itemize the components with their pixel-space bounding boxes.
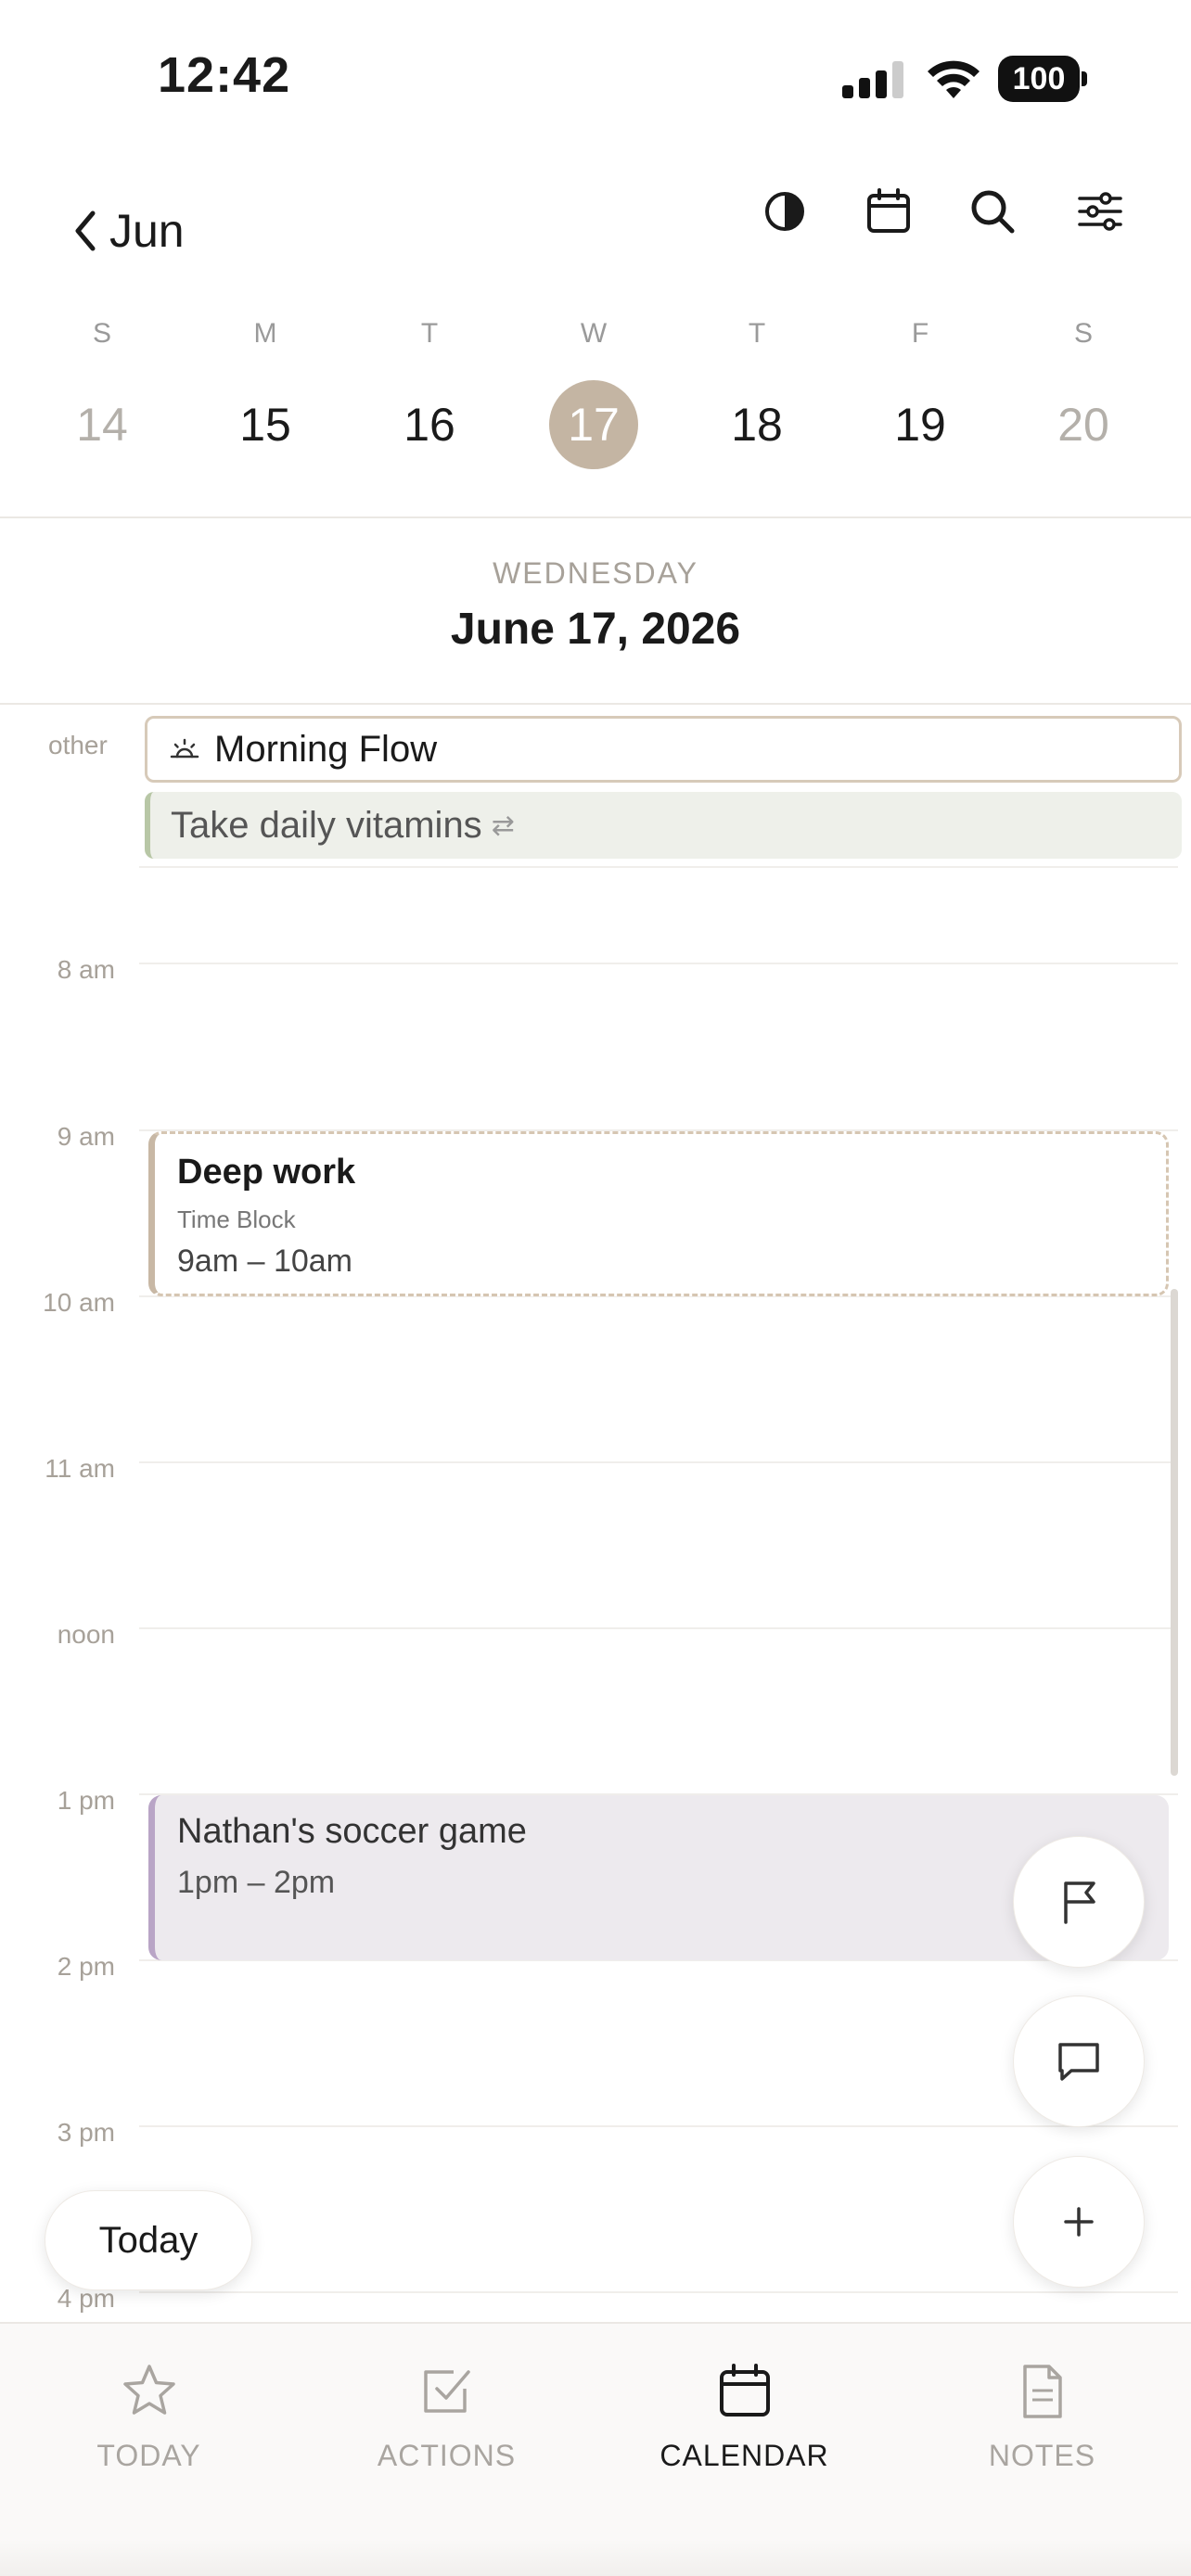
divider (0, 516, 1191, 518)
vitamins-item[interactable]: Take daily vitamins ⇄ (145, 792, 1182, 859)
hour-label: 3 pm (57, 2118, 115, 2147)
cellular-signal-icon (842, 61, 903, 98)
day-number: 16 (403, 399, 455, 451)
back-month-label: Jun (109, 205, 185, 257)
battery-level: 100 (998, 56, 1080, 102)
today-button[interactable]: Today (45, 2190, 252, 2290)
day-cell[interactable]: F 19 (855, 315, 985, 469)
day-cell[interactable]: T 16 (365, 315, 494, 469)
morning-flow-item[interactable]: Morning Flow (145, 716, 1182, 783)
event-title: Deep work (177, 1153, 356, 1192)
tab-calendar[interactable]: CALENDAR (596, 2361, 893, 2473)
day-letter: T (420, 318, 439, 349)
day-cell[interactable]: T 18 (692, 315, 822, 469)
hour-label: 1 pm (57, 1786, 115, 1815)
all-day-label: other (48, 731, 108, 759)
calendar-header: Jun (0, 185, 1191, 287)
note-icon (1022, 2365, 1062, 2418)
home-indicator-area (0, 2539, 1191, 2576)
comment-icon (1058, 2043, 1099, 2081)
hour-label: 9 am (57, 1122, 115, 1151)
tab-bar: TODAY ACTIONS CALENDAR NOTES (0, 2322, 1191, 2576)
event-subtitle: Time Block (177, 1205, 296, 1233)
chevron-left-icon (75, 210, 96, 251)
repeat-icon: ⇄ (491, 810, 515, 841)
battery-icon: 100 (998, 56, 1087, 102)
hour-label: 8 am (57, 955, 115, 984)
hour-label: 2 pm (57, 1952, 115, 1981)
status-time: 12:42 (158, 47, 291, 103)
day-number: 19 (894, 399, 946, 451)
day-number: 18 (731, 399, 783, 451)
flag-button[interactable] (1013, 1836, 1145, 1968)
day-letter: W (580, 318, 608, 349)
day-cell-selected[interactable]: W 17 (529, 315, 659, 469)
weekday-label: WEDNESDAY (493, 556, 698, 590)
morning-flow-title: Morning Flow (214, 728, 438, 770)
day-number: 20 (1057, 399, 1109, 451)
comment-button[interactable] (1013, 1996, 1145, 2127)
event-title: Nathan's soccer game (177, 1812, 527, 1851)
date-heading: WEDNESDAY June 17, 2026 (0, 556, 1191, 655)
hour-line (139, 963, 1178, 964)
soccer-game-event[interactable]: Nathan's soccer game 1pm – 2pm (148, 1795, 1169, 1960)
day-number: 17 (549, 380, 638, 469)
search-icon[interactable] (967, 185, 1018, 237)
calendar-icon (719, 2364, 770, 2417)
checkbox-icon (423, 2370, 470, 2413)
sunrise-icon (170, 738, 199, 759)
hour-label: 11 am (45, 1454, 115, 1483)
tab-label: CALENDAR (660, 2439, 829, 2472)
plus-icon (1064, 2207, 1094, 2237)
deep-work-event[interactable]: Deep work Time Block 9am – 10am (148, 1131, 1169, 1296)
week-strip: S 14 M 15 T 16 W 17 T 18 F 19 S 20 (0, 315, 1191, 501)
day-letter: S (92, 318, 111, 349)
day-number: 14 (76, 399, 128, 451)
tab-label: NOTES (988, 2439, 1096, 2472)
day-number: 15 (239, 399, 291, 451)
hour-label: 10 am (43, 1288, 115, 1317)
day-letter: M (253, 318, 277, 349)
scrollbar[interactable] (1171, 1289, 1178, 1776)
day-letter: F (911, 318, 929, 349)
hour-line (139, 1461, 1178, 1463)
contrast-icon[interactable] (759, 185, 811, 237)
star-icon (122, 2365, 175, 2415)
tab-notes[interactable]: NOTES (893, 2361, 1191, 2473)
hour-line (139, 1627, 1178, 1629)
vitamins-title: Take daily vitamins (171, 804, 482, 846)
full-date-label: June 17, 2026 (450, 605, 741, 654)
sliders-icon[interactable] (1074, 185, 1126, 237)
day-cell[interactable]: S 14 (37, 315, 167, 469)
add-button[interactable] (1013, 2156, 1145, 2288)
all-day-divider (139, 866, 1178, 868)
tab-actions[interactable]: ACTIONS (298, 2361, 596, 2473)
calendar-icon[interactable] (863, 185, 915, 237)
back-month-button[interactable]: Jun (70, 204, 185, 258)
day-cell[interactable]: M 15 (200, 315, 330, 469)
day-letter: S (1073, 318, 1093, 349)
day-cell[interactable]: S 20 (1018, 315, 1148, 469)
tab-today[interactable]: TODAY (0, 2361, 298, 2473)
hour-line (139, 2291, 1178, 2293)
tab-label: TODAY (96, 2439, 201, 2472)
day-letter: T (748, 318, 766, 349)
wifi-icon (928, 60, 980, 98)
status-bar: 12:42 100 (0, 0, 1191, 158)
divider (0, 703, 1191, 705)
hour-line (139, 2125, 1178, 2127)
hour-label: noon (57, 1620, 115, 1649)
flag-icon (1064, 1881, 1095, 1924)
tab-label: ACTIONS (377, 2439, 517, 2472)
event-time: 9am – 10am (177, 1243, 352, 1279)
